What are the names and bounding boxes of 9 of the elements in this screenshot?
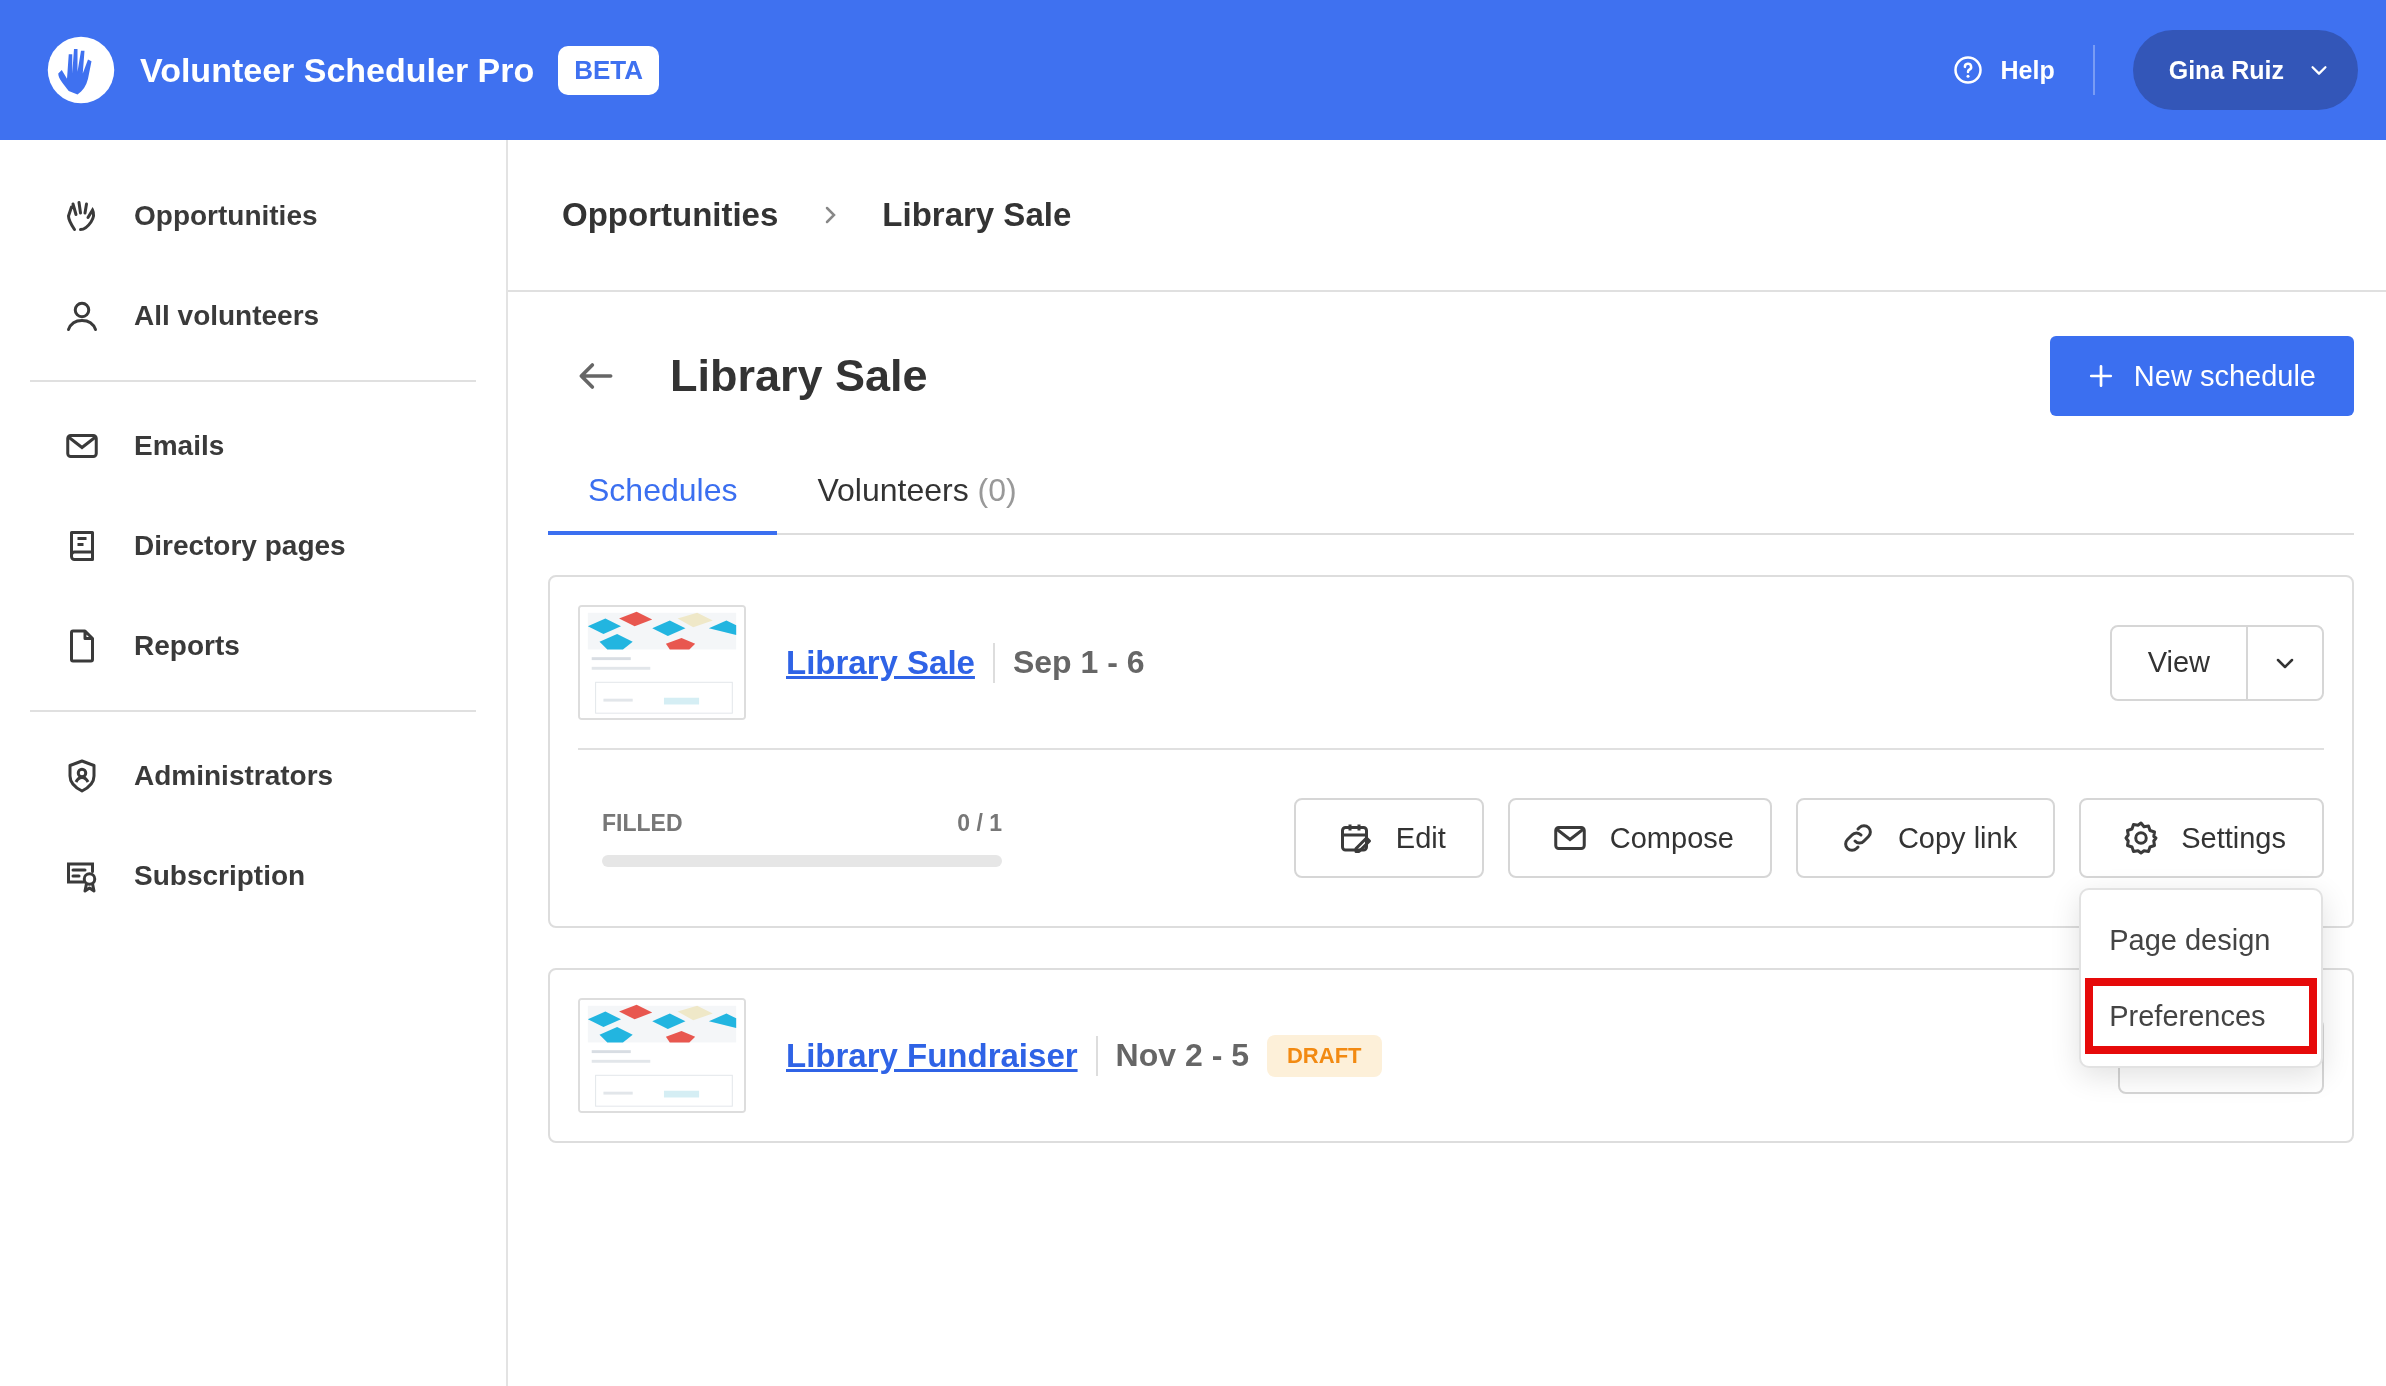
page-title: Library Sale <box>670 350 928 402</box>
schedule-dates: Sep 1 - 6 <box>1012 644 1145 681</box>
app-name: Volunteer Scheduler Pro <box>140 50 535 90</box>
breadcrumb-item: Library Sale <box>882 196 1072 234</box>
filled-label: FILLED <box>602 809 683 837</box>
beta-badge: BETA <box>558 45 660 95</box>
schedule-dates: Nov 2 - 5 <box>1115 1037 1249 1074</box>
status-badge: DRAFT <box>1266 1034 1382 1077</box>
filled-count: 0 / 1 <box>957 809 1002 837</box>
